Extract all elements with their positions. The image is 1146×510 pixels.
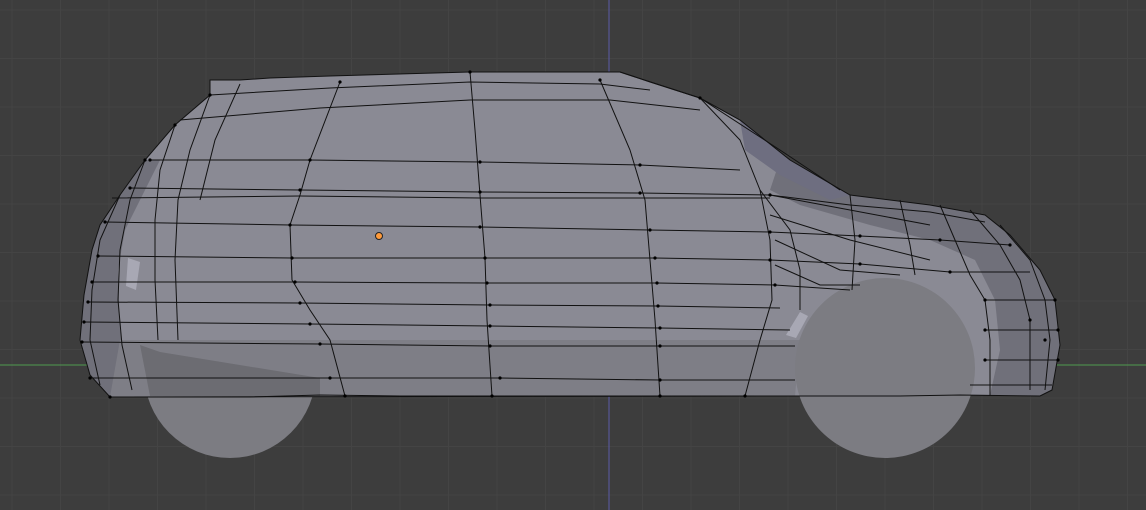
mesh-vertex (488, 324, 492, 328)
mesh-vertex (103, 220, 107, 224)
mesh-vertex (656, 304, 660, 308)
mesh-vertex (858, 262, 862, 266)
front-wheel[interactable] (795, 278, 975, 458)
mesh-vertex (478, 225, 482, 229)
mesh-vertex (653, 256, 657, 260)
3d-viewport[interactable] (0, 0, 1146, 510)
mesh-vertex (658, 394, 662, 398)
mesh-vertex (293, 280, 297, 284)
mesh-vertex (468, 70, 472, 74)
mesh-vertex (490, 394, 494, 398)
mesh-vertex (983, 328, 987, 332)
mesh-vertex (1056, 358, 1060, 362)
mesh-vertex (80, 340, 84, 344)
mesh-vertex (86, 300, 90, 304)
mesh-vertex (773, 283, 777, 287)
object-origin-dot[interactable] (375, 232, 383, 240)
mesh-vertex (343, 394, 347, 398)
mesh-vertex (488, 344, 492, 348)
mesh-vertex (128, 186, 132, 190)
mesh-vertex (328, 376, 332, 380)
mesh-vertex (143, 158, 147, 162)
mesh-vertex (948, 270, 952, 274)
mesh-vertex (318, 342, 322, 346)
mesh-vertex (308, 322, 312, 326)
mesh-vertex (308, 158, 312, 162)
mesh-vertex (108, 395, 112, 399)
mesh-vertex (82, 320, 86, 324)
mesh-vertex (768, 230, 772, 234)
mesh-vertex (638, 191, 642, 195)
mesh-vertex (288, 223, 292, 227)
mesh-vertex (638, 163, 642, 167)
mesh-vertex (483, 256, 487, 260)
mesh-vertex (658, 378, 662, 382)
mesh-vertex (1028, 318, 1032, 322)
mesh-vertex (90, 280, 94, 284)
mesh-vertex (485, 281, 489, 285)
mesh-vertex (768, 193, 772, 197)
mesh-vertex (698, 96, 702, 100)
mesh-vertex (298, 301, 302, 305)
mesh-vertex (858, 234, 862, 238)
mesh-vertex (658, 326, 662, 330)
mesh-vertex (88, 376, 92, 380)
mesh-vertex (598, 78, 602, 82)
mesh-vertex (658, 344, 662, 348)
mesh-vertex (478, 190, 482, 194)
mesh-vertex (148, 158, 152, 162)
mesh-vertex (96, 254, 100, 258)
mesh-vertex (498, 376, 502, 380)
mesh-vertex (338, 80, 342, 84)
mesh-vertex (488, 303, 492, 307)
mesh-vertex (1053, 298, 1057, 302)
mesh-vertex (1008, 243, 1012, 247)
mesh-vertex (298, 188, 302, 192)
mesh-vertex (983, 298, 987, 302)
mesh-vertex (478, 160, 482, 164)
mesh-vertex (648, 228, 652, 232)
mesh-vertex (655, 281, 659, 285)
mesh-vertex (743, 394, 747, 398)
mesh-vertex (1056, 328, 1060, 332)
mesh-vertex (208, 93, 212, 97)
car-mesh[interactable] (79, 70, 1061, 458)
mesh-vertex (983, 358, 987, 362)
mesh-vertex (768, 258, 772, 262)
mesh-vertex (173, 123, 177, 127)
mesh-vertex (938, 238, 942, 242)
mesh-vertex (290, 256, 294, 260)
mesh-vertex (1043, 338, 1047, 342)
